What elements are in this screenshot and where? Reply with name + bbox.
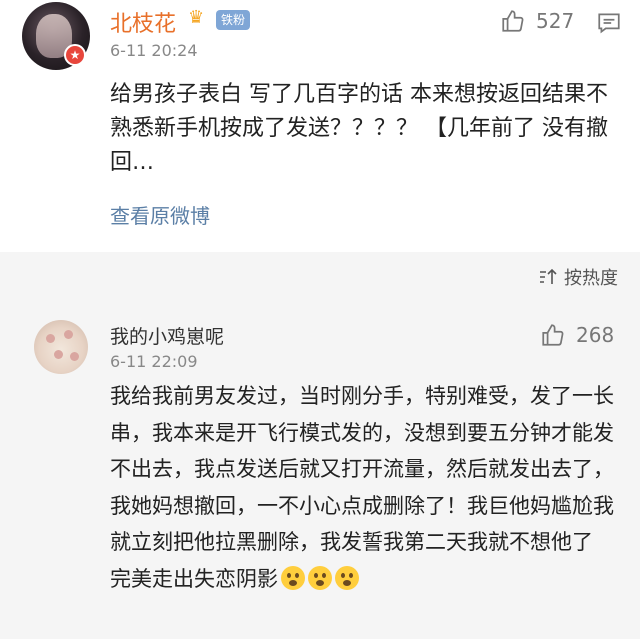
scared-face-emoji-icon — [281, 565, 305, 590]
scared-face-emoji-icon — [308, 565, 332, 590]
post-like-button[interactable]: 527 — [500, 8, 574, 34]
crown-icon: ♛ — [188, 7, 205, 28]
thumbs-up-icon — [542, 324, 564, 346]
sort-by-hot-button[interactable]: 按热度 — [538, 264, 618, 290]
post-like-count: 527 — [536, 9, 575, 33]
commenter-avatar[interactable] — [34, 320, 88, 374]
scared-face-emoji-icon — [335, 565, 359, 590]
fan-badge: 铁粉 — [216, 10, 251, 30]
view-original-link[interactable]: 查看原微博 — [110, 200, 210, 229]
post-author-name[interactable]: 北枝花 — [110, 6, 176, 38]
sort-bar: 按热度 — [0, 252, 640, 300]
verified-badge-icon: ★ — [64, 44, 86, 66]
comment-like-count: 268 — [576, 323, 615, 347]
thumbs-up-icon — [502, 10, 524, 32]
sort-icon — [540, 268, 557, 284]
original-post: ★ 北枝花 ♛ 铁粉 6-11 20:24 527 给男孩子表白 写了几百字的话… — [0, 0, 640, 252]
comment-item: 我的小鸡崽呢 6-11 22:09 268 我给我前男友发过，当时刚分手，特别难… — [0, 300, 640, 639]
comment-timestamp: 6-11 22:09 — [110, 352, 198, 371]
commenter-name[interactable]: 我的小鸡崽呢 — [110, 322, 224, 349]
comment-text: 我给我前男友发过，当时刚分手，特别难受，发了一长串，我本来是开飞行模式发的，没想… — [110, 378, 615, 597]
comment-like-button[interactable]: 268 — [540, 322, 614, 348]
post-timestamp: 6-11 20:24 — [110, 41, 198, 60]
sort-label: 按热度 — [564, 268, 618, 289]
comment-body: 我给我前男友发过，当时刚分手，特别难受，发了一长串，我本来是开飞行模式发的，没想… — [110, 384, 614, 591]
comment-icon[interactable] — [596, 10, 622, 36]
post-text: 给男孩子表白 写了几百字的话 本来想按返回结果不熟悉新手机按成了发送？？？？ 【… — [110, 82, 608, 175]
